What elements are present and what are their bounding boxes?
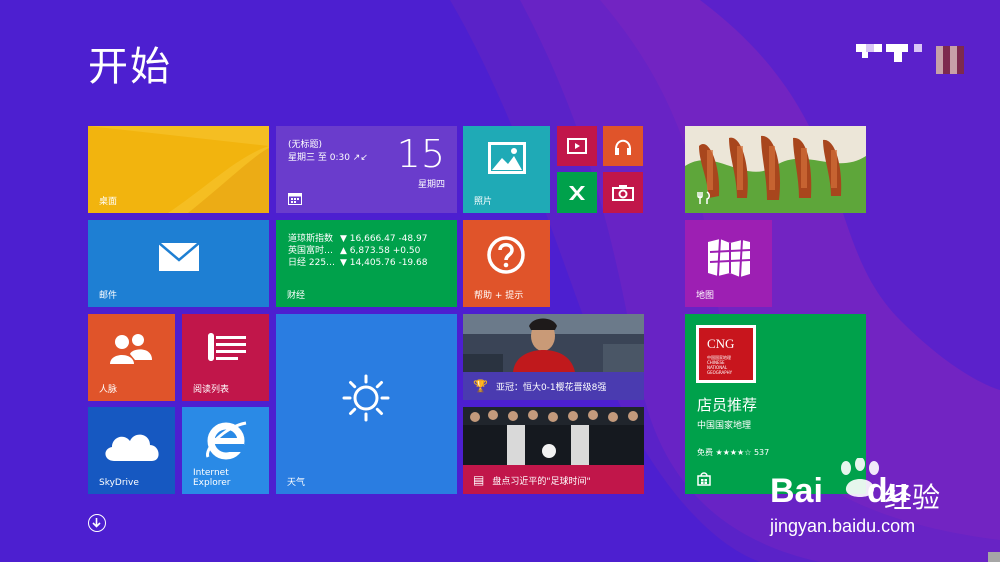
store-title: 店员推荐 [697,396,758,414]
xbox-icon [569,186,585,200]
store-logo-subtext: 中国国家地理 CHINESE NATIONAL GEOGRAPHY [707,355,733,375]
tile-weather[interactable]: 天气 [276,314,457,494]
finance-index-value: ▲ 6,873.58 +0.50 [340,246,421,256]
store-publisher: 中国国家地理 [697,421,752,431]
tile-people[interactable]: 人脉 [88,314,175,401]
sports-headline: 亚冠：恒大0-1樱花晋级8强 [495,382,607,393]
headphones-icon [615,139,631,155]
tile-maps[interactable]: 地图 [685,220,772,307]
tile-calendar[interactable]: (无标题) 星期三 至 0:30 ↗↙ 15 星期四 [276,126,457,213]
tile-video[interactable] [557,126,597,166]
camera-icon [612,185,634,201]
user-name-block [874,44,882,52]
all-apps-button[interactable] [88,514,106,532]
user-name-block [914,44,922,52]
tile-food-drink[interactable] [685,126,866,213]
internet-explorer-icon [206,421,247,460]
avatar[interactable] [936,46,964,74]
tile-label: 阅读列表 [193,385,230,395]
tile-label: 财经 [287,291,306,301]
calendar-time: 星期三 至 0:30 ↗↙ [288,153,368,163]
finance-index-value: ▼ 16,666.47 -48.97 [340,234,428,244]
news-icon: ▤ [473,473,485,487]
tile-reading-list[interactable]: 阅读列表 [182,314,269,401]
cloud-icon [105,434,159,461]
finance-row: 英国富时… ▲ 6,873.58 +0.50 [288,245,427,257]
map-icon [708,238,751,278]
tile-music[interactable] [603,126,643,166]
tile-internet-explorer[interactable]: Internet Explorer [182,407,269,494]
tile-help[interactable]: 帮助 + 提示 [463,220,550,307]
help-icon [487,236,525,274]
tile-label: 天气 [287,478,306,488]
tile-news[interactable]: ▤ 盘点习近平的"足球时间" [463,407,644,494]
tile-label: SkyDrive [99,478,139,488]
news-headline: 盘点习近平的"足球时间" [492,476,591,487]
sports-caption: 🏆 亚冠：恒大0-1樱花晋级8强 [463,372,644,400]
watermark-cn: 经验 [884,482,941,513]
watermark-url: jingyan.baidu.com [770,516,916,536]
mail-icon [158,242,200,271]
finance-index-name: 英国富时… [288,246,334,256]
tile-label: 照片 [474,197,493,207]
tile-mail[interactable]: 邮件 [88,220,269,307]
tile-finance[interactable]: 道琼斯指数 ▼ 16,666.47 -48.97 英国富时… ▲ 6,873.5… [276,220,457,307]
tile-label: 帮助 + 提示 [474,291,524,301]
tile-games[interactable] [557,172,597,213]
tile-desktop[interactable]: 桌面 [88,126,269,213]
arrow-down-icon [92,518,101,528]
tile-label: 地图 [696,291,715,301]
store-logo-text: CNG [707,336,735,351]
people-icon [110,334,152,364]
watermark-brand: Bai [770,472,823,510]
store-rating: 免费 ★★★★☆ 537 [697,448,770,457]
food-photo [685,126,866,213]
user-name-block [894,52,902,62]
fork-knife-icon [697,191,710,204]
corner-indicator [988,552,1000,562]
store-bag-icon [697,472,711,486]
news-caption: ▤ 盘点习近平的"足球时间" [463,466,644,494]
user-account[interactable] [856,44,968,74]
start-title: 开始 [88,44,172,90]
tile-label: 桌面 [99,197,118,207]
finance-row: 日经 225… ▼ 14,405.76 -19.68 [288,257,427,269]
finance-index-name: 道琼斯指数 [288,234,334,244]
user-name-block [856,44,866,52]
finance-index-value: ▼ 14,405.76 -19.68 [340,258,428,268]
user-name-block [886,44,908,52]
finance-row: 道琼斯指数 ▼ 16,666.47 -48.97 [288,233,427,245]
tile-label: 人脉 [99,385,118,395]
trophy-icon: 🏆 [473,379,488,393]
tile-sports[interactable]: 🏆 亚冠：恒大0-1樱花晋级8强 [463,314,644,400]
tile-camera[interactable] [603,172,643,213]
tile-label: Internet Explorer [193,468,231,488]
finance-list: 道琼斯指数 ▼ 16,666.47 -48.97 英国富时… ▲ 6,873.5… [288,233,427,269]
sports-photo [463,314,644,372]
user-name-block [862,52,868,58]
finance-index-name: 日经 225… [288,258,336,268]
video-icon [567,138,587,154]
tile-label: 邮件 [99,291,118,301]
sun-icon [342,374,390,422]
calendar-event: (无标题) [288,140,323,150]
calendar-weekday: 星期四 [417,180,445,190]
reading-list-icon [208,333,246,361]
calendar-icon [288,193,302,205]
tile-skydrive[interactable]: SkyDrive [88,407,175,494]
store-app-logo: CNG 中国国家地理 CHINESE NATIONAL GEOGRAPHY [696,325,756,383]
photo-icon [488,142,526,174]
calendar-day: 15 [396,132,445,176]
baidu-watermark: Bai du 经验 jingyan.baidu.com [770,458,970,540]
news-photo [463,407,644,465]
user-name-block [866,44,874,52]
tile-photos[interactable]: 照片 [463,126,550,213]
